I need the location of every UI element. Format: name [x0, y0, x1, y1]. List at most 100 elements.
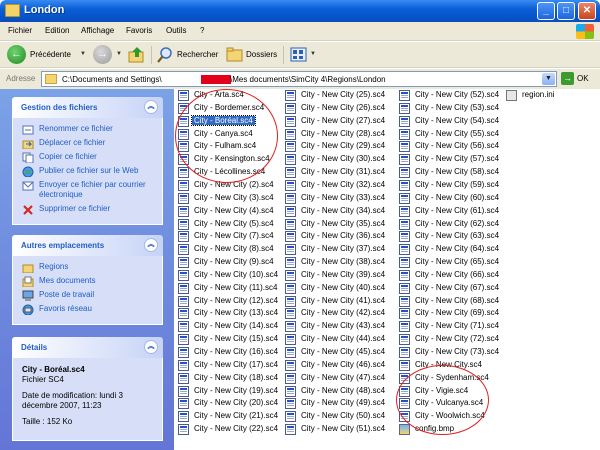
sc4-file-icon [285, 295, 296, 307]
collapse-chevron-icon[interactable]: ︽ [144, 238, 158, 252]
task-rename[interactable]: Renommer ce fichier [22, 124, 153, 138]
sc4-file-icon [399, 334, 410, 346]
file-name: City - New City (18).sc4 [194, 372, 279, 382]
copy-icon [22, 152, 34, 163]
file-name: City - New City (52).sc4 [415, 90, 500, 99]
forward-arrow-icon[interactable]: → [93, 45, 112, 64]
place-regions[interactable]: Regions [22, 262, 153, 276]
file-name: City - New City (15).sc4 [194, 334, 279, 344]
details-header[interactable]: Détails ︽ [12, 337, 163, 358]
place-label: Regions [39, 262, 69, 271]
task-publish-web[interactable]: Publier ce fichier sur le Web [22, 166, 153, 180]
search-button[interactable]: Rechercher [177, 50, 218, 59]
menu-outils[interactable]: Outils [166, 26, 186, 35]
file-name: City - New City (3).sc4 [194, 192, 274, 202]
sc4-file-icon [399, 115, 410, 127]
file-name: City - New City (50).sc4 [301, 411, 386, 421]
place-label: Mes documents [39, 276, 96, 285]
views-icon[interactable] [290, 46, 308, 64]
sc4-file-icon [399, 385, 410, 397]
file-name: City - New City (11).sc4 [194, 282, 278, 292]
sc4-file-icon [285, 347, 296, 358]
sc4-file-icon [399, 141, 410, 153]
file-name: City - New City (2).sc4 [194, 179, 274, 189]
file-name: City - New City (34).sc4 [301, 205, 386, 215]
minimize-button[interactable]: _ [537, 2, 555, 20]
collapse-chevron-icon[interactable]: ︽ [144, 100, 158, 114]
task-move[interactable]: Déplacer ce fichier [22, 138, 153, 152]
menu-affichage[interactable]: Affichage [81, 26, 114, 35]
task-copy[interactable]: Copier ce fichier [22, 152, 153, 166]
address-dropdown-icon[interactable]: ▼ [542, 73, 555, 85]
place-network[interactable]: Favoris réseau [22, 304, 153, 318]
sc4-file-icon [178, 295, 189, 307]
maximize-button[interactable]: □ [557, 2, 575, 20]
sc4-file-icon [285, 359, 296, 371]
sc4-file-icon [178, 398, 189, 410]
menu-edition[interactable]: Edition [45, 26, 69, 35]
file-name: City - Woolwich.sc4 [415, 411, 485, 421]
menu-help[interactable]: ? [200, 26, 204, 35]
other-places-header[interactable]: Autres emplacements ︽ [12, 235, 163, 256]
forward-dropdown-icon[interactable]: ▼ [116, 51, 122, 57]
go-button[interactable]: OK [577, 74, 589, 83]
place-my-computer[interactable]: Poste de travail [22, 290, 153, 304]
sc4-file-icon [178, 141, 189, 153]
sc4-file-icon [178, 282, 189, 294]
other-places-title: Autres emplacements [21, 241, 105, 250]
go-arrow-icon[interactable]: → [561, 72, 574, 85]
file-name: City - New City (19).sc4 [194, 385, 279, 395]
close-button[interactable]: ✕ [578, 2, 596, 20]
details-body: City - Boréal.sc4 Fichier SC4 Date de mo… [12, 358, 163, 441]
window-title: London [24, 4, 65, 16]
file-name: City - New City (7).sc4 [194, 231, 274, 241]
sc4-file-icon [178, 257, 189, 269]
sc4-file-icon [178, 244, 189, 256]
file-name: City - New City (69).sc4 [415, 308, 500, 318]
menu-favoris[interactable]: Favoris [126, 26, 152, 35]
web-publish-icon [22, 166, 34, 177]
sc4-file-icon [178, 102, 189, 114]
menu-fichier[interactable]: Fichier [8, 26, 32, 35]
task-email[interactable]: Envoyer ce fichier par courrier électron… [22, 180, 153, 204]
file-name: City - New City (37).sc4 [301, 244, 386, 254]
folders-icon[interactable] [226, 46, 244, 64]
folders-button[interactable]: Dossiers [246, 50, 277, 59]
file-name: City - New City (25).sc4 [301, 90, 386, 99]
details-modified: Date de modification: lundi 3 décembre 2… [22, 391, 123, 410]
address-field[interactable]: C:\Documents and Settings\ \Mes document… [41, 71, 557, 87]
search-icon[interactable] [157, 46, 175, 64]
views-dropdown-icon[interactable]: ▼ [310, 51, 316, 57]
sc4-file-icon [285, 192, 296, 204]
details-file-type: Fichier SC4 [22, 375, 64, 384]
file-name: City - New City (60).sc4 [415, 192, 500, 202]
up-folder-icon[interactable] [128, 46, 146, 64]
file-name: City - New City (35).sc4 [301, 218, 386, 228]
place-my-documents[interactable]: Mes documents [22, 276, 153, 290]
file-name: City - New City (26).sc4 [301, 102, 386, 112]
toolbar-separator [151, 46, 152, 64]
sc4-file-icon [285, 411, 296, 423]
sc4-file-icon [285, 257, 296, 269]
file-name: City - New City (62).sc4 [415, 218, 500, 228]
file-name: City - New City (58).sc4 [415, 167, 500, 177]
file-name: City - New City (68).sc4 [415, 295, 500, 305]
file-name: City - New City (59).sc4 [415, 179, 500, 189]
back-arrow-icon[interactable]: ← [7, 45, 26, 64]
file-name: City - Arta.sc4 [194, 90, 244, 99]
sc4-file-icon [178, 167, 189, 179]
folder-icon [22, 264, 34, 273]
file-name: City - Kensington.sc4 [194, 154, 270, 164]
file-tasks-header[interactable]: Gestion des fichiers ︽ [12, 97, 163, 118]
file-name: region.ini [522, 90, 555, 99]
sc4-file-icon [399, 154, 410, 166]
task-delete[interactable]: Supprimer ce fichier [22, 204, 153, 218]
delete-icon [23, 205, 33, 215]
back-dropdown-icon[interactable]: ▼ [80, 51, 86, 57]
collapse-chevron-icon[interactable]: ︽ [144, 340, 158, 354]
back-button[interactable]: Précédente [30, 50, 71, 59]
file-name: City - New City (17).sc4 [194, 359, 279, 369]
file-name: City - New City (41).sc4 [301, 295, 386, 305]
sc4-file-icon [285, 167, 296, 179]
file-name: City - New City (42).sc4 [301, 308, 386, 318]
